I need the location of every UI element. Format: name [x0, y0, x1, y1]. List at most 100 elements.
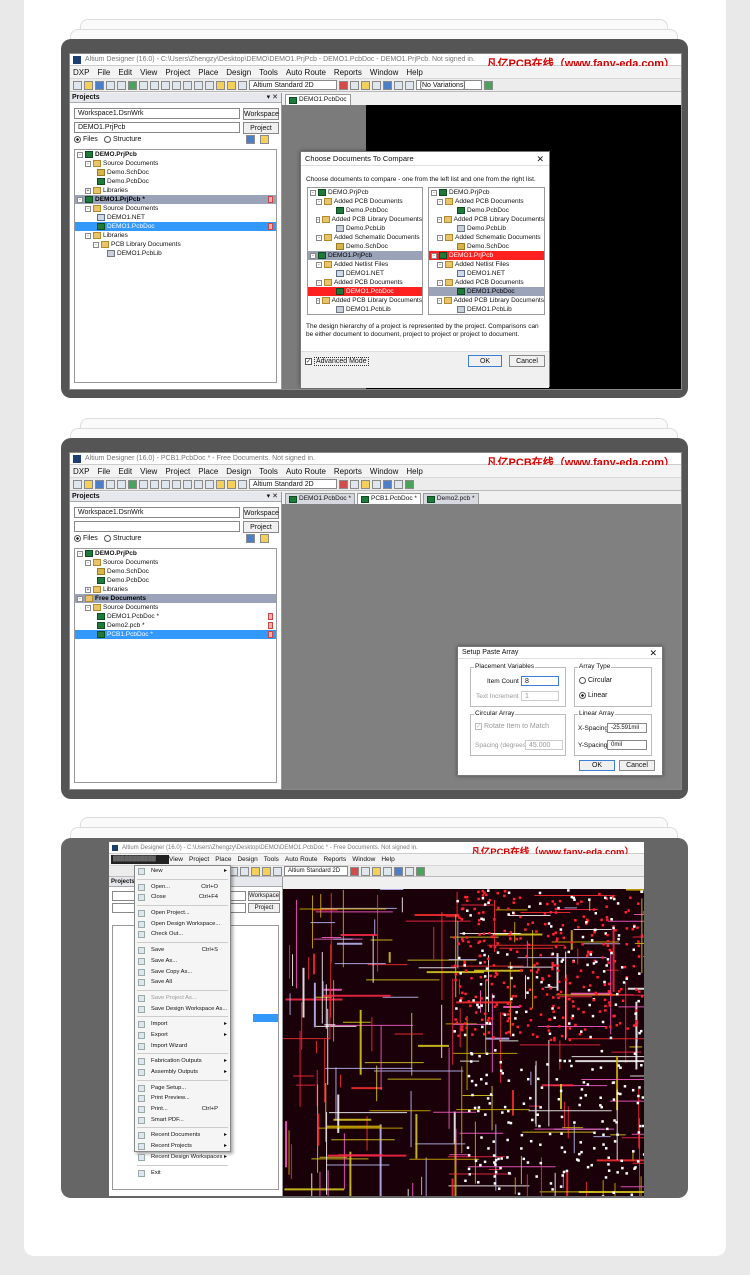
close-icon[interactable]: ✕ [536, 152, 544, 166]
tree-item[interactable]: Demo.SchDoc [75, 168, 276, 177]
menu-help[interactable]: Help [406, 68, 422, 77]
file-menu-item[interactable]: Import ▸ [135, 1019, 230, 1030]
view-mode-dropdown[interactable]: Altium Standard 2D [284, 866, 348, 876]
fill-icon[interactable] [394, 866, 403, 876]
panel-pin-icon[interactable]: ▾ ✕ [267, 492, 278, 502]
tree-item[interactable]: Demo.PcbDoc [75, 177, 276, 186]
menu-design[interactable]: Design [226, 467, 251, 476]
menu-window[interactable]: Window [352, 856, 375, 863]
cut-icon[interactable] [161, 80, 170, 90]
list-item[interactable]: - Added PCB Documents [308, 278, 422, 287]
workspace-select[interactable]: Workspace1.DsnWrk [74, 507, 240, 518]
menu-edit[interactable]: Edit [118, 467, 132, 476]
menu-reports[interactable]: Reports [323, 856, 346, 863]
panel-tool-icon[interactable] [246, 135, 255, 144]
copy-icon[interactable] [172, 479, 181, 489]
file-menu-item[interactable]: Assembly Outputs ▸ [135, 1067, 230, 1078]
list-item[interactable]: - Added PCB Documents [429, 278, 544, 287]
list-item[interactable]: Demo.PcbDoc [429, 206, 544, 215]
open-icon[interactable] [84, 80, 93, 90]
print-icon[interactable] [106, 80, 115, 90]
menu-view[interactable]: View [140, 467, 157, 476]
rule-icon[interactable] [273, 866, 282, 876]
list-item[interactable]: - Added Netlist Files [429, 260, 544, 269]
list-item[interactable]: Demo.PcbLib [429, 224, 544, 233]
list-item[interactable]: DEMO1.NET [308, 269, 422, 278]
pad-icon[interactable] [361, 80, 370, 90]
undo-icon[interactable] [251, 866, 260, 876]
file-menu-item[interactable]: Save Project As... [135, 993, 230, 1004]
select-icon[interactable] [194, 80, 203, 90]
menu-window[interactable]: Window [370, 68, 398, 77]
paste-icon[interactable] [183, 80, 192, 90]
cancel-button[interactable]: Cancel [509, 355, 545, 367]
tree-item[interactable]: - Libraries [75, 231, 276, 240]
tree-item-selected-project[interactable]: - DEMO1.PrjPcb * [75, 195, 276, 204]
panel-pin-icon[interactable]: ▾ ✕ [267, 93, 278, 103]
menu-design[interactable]: Design [237, 856, 257, 863]
zoom-icon[interactable] [117, 80, 126, 90]
undo-icon[interactable] [216, 80, 225, 90]
menu-place[interactable]: Place [198, 68, 218, 77]
workspace-button[interactable]: Workspace [243, 507, 279, 519]
tree-item[interactable]: DEMO1.NET [75, 213, 276, 222]
radio-files[interactable]: Files [74, 136, 98, 143]
menu-project[interactable]: Project [165, 68, 190, 77]
new-icon[interactable] [73, 80, 82, 90]
fill-icon[interactable] [383, 479, 392, 489]
board-icon[interactable] [128, 80, 137, 90]
component-icon[interactable] [405, 80, 414, 90]
tab-demo2-pcb[interactable]: Demo2.pcb * [422, 493, 479, 504]
cut-icon[interactable] [161, 479, 170, 489]
collapse-icon[interactable]: - [85, 160, 91, 167]
file-menu-item[interactable]: Save Ctrl+S [135, 945, 230, 956]
menu-help[interactable]: Help [381, 856, 394, 863]
route-icon[interactable] [350, 866, 359, 876]
radio-files[interactable]: Files [74, 535, 98, 542]
text-icon[interactable] [405, 866, 414, 876]
file-menu-item[interactable]: Fabrication Outputs ▸ [135, 1056, 230, 1067]
list-item[interactable]: - Added PCB Documents [429, 197, 544, 206]
file-menu-item[interactable]: Open... Ctrl+O [135, 882, 230, 893]
list-item[interactable]: Demo.PcbDoc [308, 206, 422, 215]
list-item[interactable]: Demo.SchDoc [308, 242, 422, 251]
component-icon[interactable] [405, 479, 414, 489]
list-item[interactable]: Demo.SchDoc [429, 242, 544, 251]
component-icon[interactable] [416, 866, 425, 876]
board-icon[interactable] [128, 479, 137, 489]
menu-tools[interactable]: Tools [259, 68, 278, 77]
project-button[interactable]: Project [243, 122, 279, 134]
cancel-button[interactable]: Cancel [619, 760, 655, 771]
tab-pcb1-pcbdoc[interactable]: PCB1.PcbDoc * [357, 493, 421, 504]
route-icon[interactable] [339, 80, 348, 90]
file-menu-item[interactable]: Save Copy As... [135, 967, 230, 978]
file-menu-item[interactable]: Print... Ctrl+P [135, 1104, 230, 1115]
radio-structure[interactable]: Structure [104, 136, 141, 143]
text-icon[interactable] [394, 479, 403, 489]
tree-item[interactable]: DEMO1.PcbDoc * [75, 612, 276, 621]
save-icon[interactable] [95, 80, 104, 90]
move-icon[interactable] [205, 80, 214, 90]
via-icon[interactable] [350, 479, 359, 489]
file-menu-item[interactable]: New ▸ [135, 866, 230, 877]
text-increment-input[interactable]: 1 [521, 691, 559, 701]
file-menu-item[interactable]: Import Wizard [135, 1041, 230, 1052]
undo-icon[interactable] [216, 479, 225, 489]
list-item-selected[interactable]: DEMO1.PcbDoc [308, 287, 422, 296]
menu-dxp[interactable]: DXP [73, 467, 89, 476]
tree-item[interactable]: - PCB Library Documents [75, 240, 276, 249]
workspace-select[interactable]: Workspace1.DsnWrk [74, 108, 240, 119]
collapse-icon[interactable]: - [85, 205, 91, 212]
tree-item[interactable]: - DEMO.PrjPcb [75, 150, 276, 159]
file-menu-item[interactable]: Save All [135, 977, 230, 988]
file-menu-item[interactable]: Open Design Workspace... [135, 919, 230, 930]
tab-demo1-pcbdoc[interactable]: DEMO1.PcbDoc * [285, 493, 356, 504]
file-menu-item[interactable]: Exit [135, 1168, 230, 1179]
workspace-button[interactable]: Workspace [248, 891, 280, 901]
tree-item-selected[interactable]: DEMO1.PcbDoc [75, 222, 276, 231]
variations-dropdown[interactable]: [No Variations] [416, 80, 482, 90]
select-icon[interactable] [194, 479, 203, 489]
paste-icon[interactable] [183, 479, 192, 489]
radio-structure[interactable]: Structure [104, 535, 141, 542]
menu-edit[interactable]: Edit [118, 68, 132, 77]
